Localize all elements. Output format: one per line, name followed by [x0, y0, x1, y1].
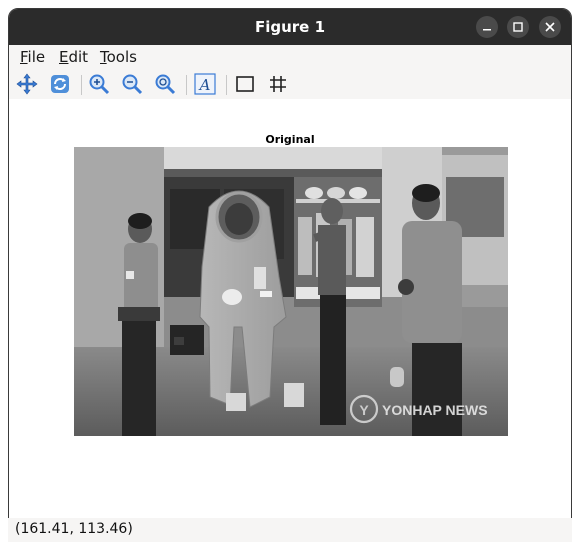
menu-file-accel: F	[20, 48, 28, 66]
refresh-button[interactable]	[48, 72, 72, 96]
svg-text:A: A	[198, 76, 211, 94]
toolbar: A	[9, 69, 571, 99]
close-icon	[545, 22, 555, 32]
cursor-coordinates: (161.41, 113.46)	[15, 521, 133, 537]
minimize-icon	[483, 29, 491, 31]
svg-text:Y: Y	[359, 402, 369, 418]
zoom-out-icon	[122, 74, 143, 95]
close-button[interactable]	[539, 16, 561, 38]
menu-tools-accel: T	[100, 48, 107, 66]
refresh-icon	[51, 75, 69, 93]
menu-edit[interactable]: Edit	[59, 48, 88, 66]
toolbar-separator	[226, 75, 227, 95]
maximize-icon	[513, 22, 523, 32]
grid-icon	[270, 76, 286, 92]
zoom-out-button[interactable]	[120, 72, 144, 96]
text-icon: A	[194, 73, 216, 95]
minimize-button[interactable]	[476, 16, 498, 38]
toolbar-separator	[186, 75, 187, 95]
grid-button[interactable]	[266, 72, 290, 96]
zoom-fit-icon	[155, 74, 176, 95]
image-display[interactable]: Y YONHAP NEWS	[74, 147, 508, 436]
axes-title: Original	[265, 133, 315, 146]
menu-file-label: ile	[27, 48, 46, 66]
title-bar[interactable]: Figure 1	[9, 9, 571, 45]
photo-image: Y YONHAP NEWS	[74, 147, 508, 436]
watermark-text: YONHAP NEWS	[382, 402, 488, 418]
menu-file[interactable]: File	[20, 48, 45, 66]
zoom-in-button[interactable]	[87, 72, 111, 96]
menu-tools[interactable]: Tools	[100, 48, 137, 66]
rectangle-icon	[236, 76, 254, 92]
text-button[interactable]: A	[193, 72, 217, 96]
maximize-button[interactable]	[507, 16, 529, 38]
menu-tools-label: ools	[106, 48, 137, 66]
status-bar: (161.41, 113.46)	[8, 518, 572, 542]
menu-edit-label: dit	[68, 48, 89, 66]
toolbar-separator	[81, 75, 82, 95]
pan-button[interactable]	[15, 72, 39, 96]
menu-bar: File Edit Tools	[9, 45, 571, 70]
zoom-fit-button[interactable]	[153, 72, 177, 96]
rectangle-button[interactable]	[233, 72, 257, 96]
zoom-in-icon	[89, 74, 110, 95]
move-icon	[16, 73, 38, 95]
